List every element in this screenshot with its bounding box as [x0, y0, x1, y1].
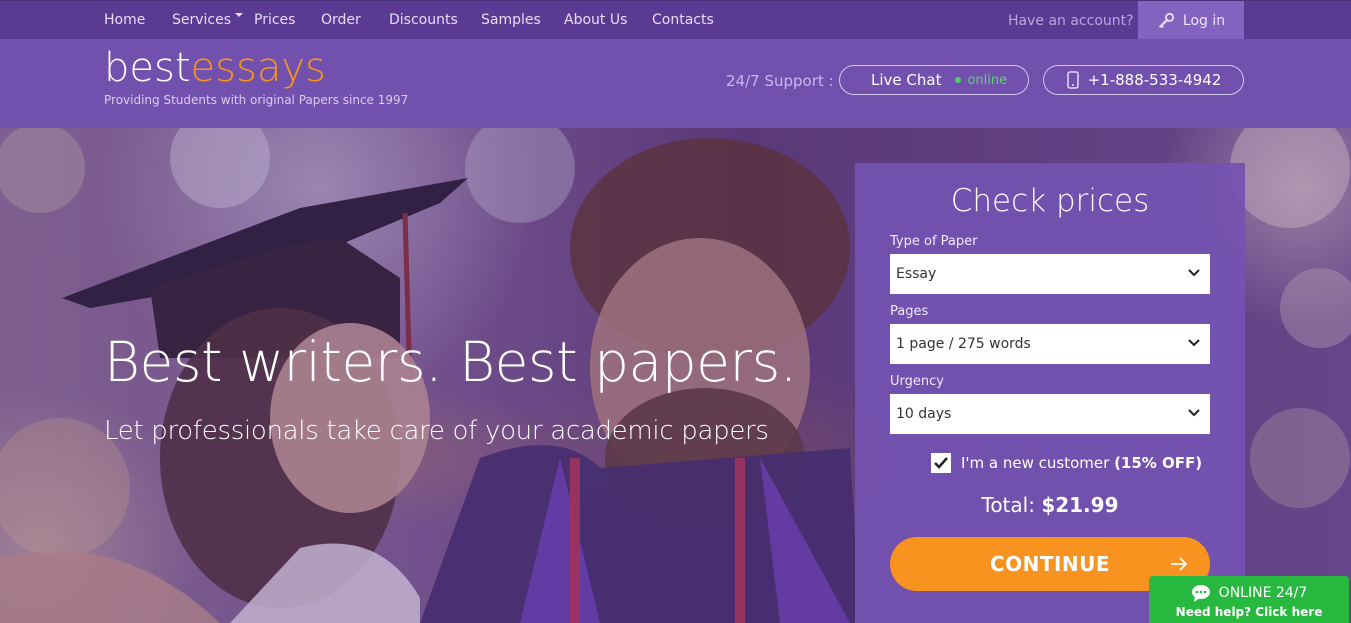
mobile-phone-icon	[1066, 71, 1079, 89]
pages-value: 1 page / 275 words	[896, 336, 1031, 352]
hero-headline: Best writers. Best papers.	[104, 330, 797, 394]
total-price: Total: $21.99	[855, 493, 1245, 517]
caret-down-icon	[235, 13, 244, 17]
new-customer-discount: (15% OFF)	[1114, 454, 1203, 472]
chat-widget[interactable]: ONLINE 24/7 Need help? Click here	[1149, 576, 1349, 623]
chevron-down-icon	[1188, 269, 1200, 277]
pages-label: Pages	[890, 304, 929, 319]
urgency-value: 10 days	[896, 406, 952, 422]
have-account-link[interactable]: Have an account?	[1008, 13, 1134, 29]
nav-samples-link[interactable]: Samples	[481, 12, 541, 28]
total-value: $21.99	[1041, 493, 1119, 517]
live-chat-label: Live Chat	[871, 71, 942, 89]
live-chat-button[interactable]: Live Chat online	[839, 65, 1029, 95]
nav-order-link[interactable]: Order	[321, 12, 361, 28]
nav-discounts-link[interactable]: Discounts	[389, 12, 458, 28]
chat-widget-subtitle: Need help? Click here	[1175, 605, 1323, 619]
type-of-paper-label: Type of Paper	[890, 234, 978, 249]
total-label: Total:	[981, 493, 1035, 517]
nav-contacts-link[interactable]: Contacts	[652, 12, 714, 28]
new-customer-label: I'm a new customer (15% OFF)	[961, 454, 1202, 472]
nav-home-link[interactable]: Home	[104, 12, 145, 28]
online-dot-icon	[955, 77, 962, 83]
price-calculator-title: Check prices	[950, 183, 1150, 219]
new-customer-option: I'm a new customer (15% OFF)	[931, 453, 1202, 473]
new-customer-checkbox[interactable]	[931, 453, 951, 473]
logo-essays-text: essays	[190, 45, 326, 91]
login-button[interactable]: Log in	[1138, 1, 1244, 40]
nav-about-link[interactable]: About Us	[564, 12, 627, 28]
nav-services-link[interactable]: Services	[172, 12, 244, 28]
new-customer-text: I'm a new customer	[961, 454, 1110, 472]
type-of-paper-value: Essay	[896, 266, 937, 282]
phone-number: +1-888-533-4942	[1087, 71, 1222, 89]
site-header: bestessays Providing Students with origi…	[0, 39, 1351, 128]
chat-widget-title: ONLINE 24/7	[1218, 585, 1308, 601]
urgency-select[interactable]: 10 days	[890, 394, 1210, 434]
chevron-down-icon	[1188, 339, 1200, 347]
nav-prices-link[interactable]: Prices	[254, 12, 295, 28]
pages-select[interactable]: 1 page / 275 words	[890, 324, 1210, 364]
live-chat-status: online	[967, 72, 1008, 88]
checkmark-icon	[934, 457, 948, 469]
site-tagline: Providing Students with original Papers …	[104, 93, 409, 107]
chat-widget-title-row: ONLINE 24/7	[1149, 584, 1349, 602]
site-logo[interactable]: bestessays	[104, 44, 326, 92]
nav-services-label: Services	[172, 12, 232, 28]
arrow-right-icon	[1171, 557, 1188, 571]
hero-subheadline: Let professionals take care of your acad…	[104, 416, 769, 446]
top-navigation: Home Services Prices Order Discounts Sam…	[0, 0, 1351, 40]
continue-label: CONTINUE	[989, 552, 1111, 576]
urgency-label: Urgency	[890, 374, 944, 389]
type-of-paper-select[interactable]: Essay	[890, 254, 1210, 294]
login-label: Log in	[1182, 12, 1226, 29]
chevron-down-icon	[1188, 409, 1200, 417]
logo-best-text: best	[104, 45, 191, 91]
phone-button[interactable]: +1-888-533-4942	[1043, 65, 1244, 95]
support-label: 24/7 Support :	[726, 72, 834, 90]
price-calculator: Check prices Type of Paper Essay Pages 1…	[855, 163, 1245, 623]
chat-bubble-icon	[1191, 585, 1210, 602]
key-icon	[1158, 12, 1174, 28]
